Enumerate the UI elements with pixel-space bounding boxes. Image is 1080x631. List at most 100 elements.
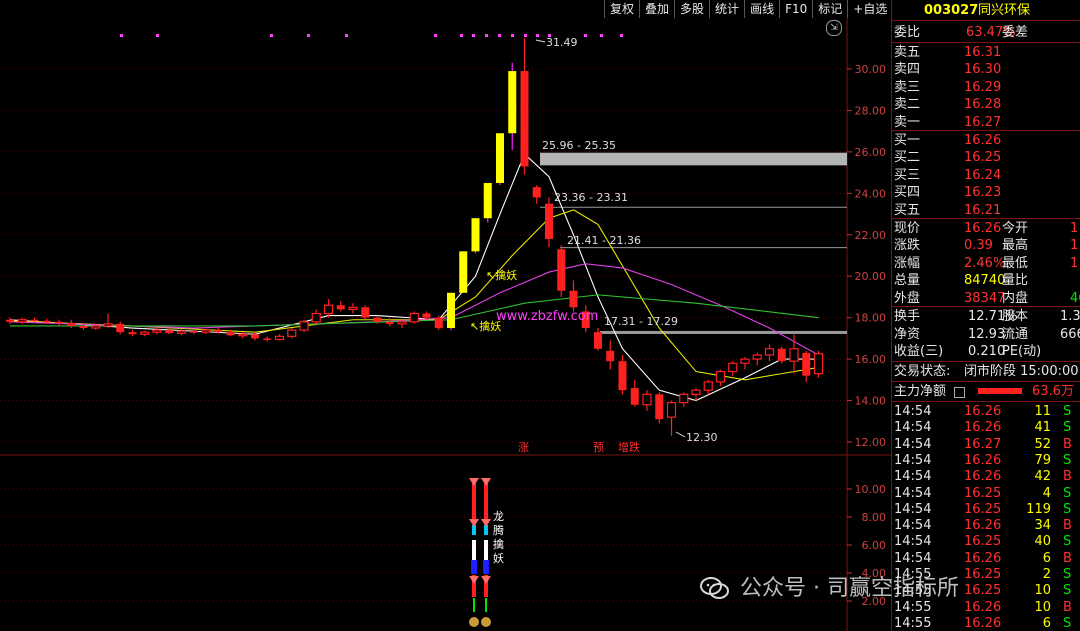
- expand-arrows-icon[interactable]: ⇲: [826, 20, 842, 36]
- indicator-bar: [483, 560, 489, 574]
- signal-dot: [600, 34, 603, 37]
- signal-top-label: ↖擒妖: [486, 268, 517, 282]
- candle-body: [569, 290, 578, 308]
- tick-volume: 119: [1026, 501, 1051, 517]
- signal-dot: [620, 34, 623, 37]
- zone4-label: 17.31 - 17.29: [604, 315, 678, 328]
- tick-time: 14:54: [894, 501, 932, 517]
- stat2-value: 12.93: [968, 326, 1006, 342]
- tick-row: 14:54 16.26 42 B: [892, 468, 1080, 485]
- bid-price: 16.24: [964, 167, 1002, 183]
- price-tick-label: 24.00: [855, 187, 887, 200]
- mark-button[interactable]: 标记: [812, 0, 847, 18]
- f10-button[interactable]: F10: [779, 0, 812, 18]
- tick-volume: 2: [1042, 567, 1051, 582]
- indicator-bar: [473, 598, 475, 612]
- zone2-label: 23.36 - 23.31: [554, 191, 628, 204]
- candle-body: [116, 323, 125, 333]
- price-tick-label: 12.00: [855, 436, 887, 449]
- tick-row: 14:54 16.26 34 B: [892, 517, 1080, 534]
- stat-label: 外盘: [894, 290, 921, 306]
- tick-row: 14:54 16.27 52 B: [892, 436, 1080, 453]
- multi-stock-button[interactable]: 多股: [674, 0, 709, 18]
- overlay-button[interactable]: 叠加: [639, 0, 674, 18]
- candle-body: [91, 325, 101, 329]
- bid-label: 买一: [894, 133, 921, 148]
- indicator-bar: [472, 540, 476, 560]
- fuquan-button[interactable]: 复权: [604, 0, 639, 18]
- stat-value: 38347: [964, 290, 1006, 306]
- stat-label: 今开: [1002, 221, 1029, 236]
- signal-dot: [472, 34, 475, 37]
- main-flow-row[interactable]: 主力净额 63.6万: [892, 383, 1080, 400]
- stat2-row: 收益(三) 0.210 PE(动): [892, 343, 1080, 360]
- stat-label: 涨跌: [894, 238, 921, 254]
- tick-side: S: [1063, 501, 1072, 517]
- candle-body: [471, 218, 480, 252]
- high-label: 31.49: [546, 36, 578, 49]
- stat-label: 量比: [1002, 273, 1029, 289]
- signal-dot: [511, 34, 514, 37]
- candle-body: [703, 381, 713, 391]
- marker-pre: 预: [593, 441, 604, 454]
- stat-label: 涨幅: [894, 255, 921, 271]
- stat-label: 总量: [894, 273, 921, 289]
- tick-side: S: [1063, 452, 1072, 468]
- tick-time: 14:54: [894, 436, 932, 452]
- candle-body: [238, 333, 248, 337]
- trade-status-row: 交易状态: 闭市阶段 15:00:00: [894, 364, 1079, 379]
- candle-body: [802, 352, 811, 376]
- indicator-bar: [484, 482, 488, 522]
- candle-body: [397, 321, 407, 325]
- add-favorite-button[interactable]: +自选: [847, 0, 892, 18]
- kline-chart[interactable]: 30.00 28.00 26.00 24.00 22.00 20.00 18.00 16.00…: [0, 0, 891, 631]
- candle-body: [459, 251, 468, 293]
- watermark-text: 公众号 · 司赢空指标所: [740, 576, 959, 601]
- candle-body: [691, 389, 701, 395]
- stat-label: 最低: [1002, 255, 1029, 271]
- coin-icon: [469, 617, 479, 627]
- tick-row: 14:54 16.26 41 S: [892, 419, 1080, 436]
- signal-dot: [434, 34, 437, 37]
- stat-label: 内盘: [1002, 290, 1029, 306]
- candle-body: [30, 319, 39, 322]
- ask-row: 卖四 16.30: [892, 61, 1080, 78]
- candle-body: [226, 332, 235, 336]
- candle-body: [67, 322, 76, 326]
- stat2-value: 0.210: [968, 344, 1006, 360]
- draw-line-button[interactable]: 画线: [744, 0, 779, 18]
- stat-value: 16.26: [964, 221, 1002, 236]
- ask-label: 卖二: [894, 97, 921, 113]
- tick-price: 16.27: [964, 436, 1002, 452]
- tick-row: 14:54 16.25 40 S: [892, 533, 1080, 550]
- tick-side: S: [1063, 485, 1072, 501]
- vertical-signal-char: 腾: [493, 523, 504, 537]
- ask-label: 卖三: [894, 79, 921, 95]
- candle-body: [17, 319, 27, 323]
- candle-body: [373, 317, 382, 322]
- resistance-zone-1: [540, 152, 847, 166]
- candle-body: [176, 330, 187, 334]
- candle-body: [655, 394, 664, 420]
- candle-body: [728, 362, 738, 373]
- tick-time: 14:54: [894, 404, 932, 419]
- tick-price: 16.26: [964, 452, 1002, 468]
- indicator-tick-label: 6.00: [862, 539, 887, 552]
- ask-price: 16.31: [964, 45, 1002, 60]
- vertical-signal-char: 擒: [493, 537, 504, 551]
- candle-body: [55, 321, 63, 324]
- price-tick-label: 26.00: [855, 146, 887, 159]
- tick-side: B: [1063, 436, 1072, 452]
- stat-value: 2.46%: [964, 255, 1006, 271]
- stat-value: 46: [1070, 290, 1080, 306]
- signal-dot: [270, 34, 273, 37]
- statistics-button[interactable]: 统计: [709, 0, 744, 18]
- candle-body: [361, 307, 370, 318]
- price-tick-label: 16.00: [855, 353, 887, 366]
- resistance-zone-4: [600, 330, 847, 334]
- signal-dot: [485, 34, 488, 37]
- candle-body: [287, 329, 297, 337]
- bid-price: 16.25: [964, 150, 1002, 166]
- ask-row: 卖二 16.28: [892, 96, 1080, 113]
- tick-price: 16.26: [964, 615, 1002, 631]
